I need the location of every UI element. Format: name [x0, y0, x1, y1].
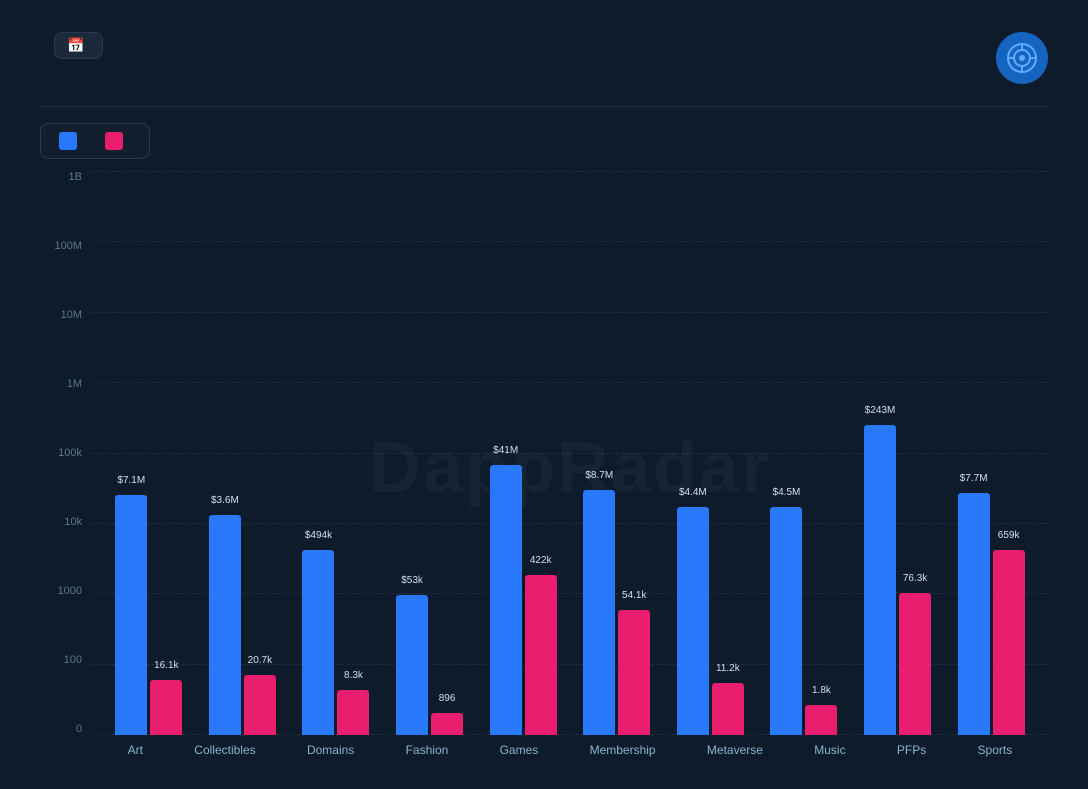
bar-red-pfps: 76.3k: [899, 593, 931, 735]
bar-pair: $4.5M1.8k: [770, 507, 837, 735]
x-label-fashion: Fashion: [406, 743, 449, 757]
title-row: 📅: [40, 32, 103, 59]
bar-group-fashion: $53k896: [396, 595, 463, 735]
volume-label-art: $7.1M: [117, 475, 145, 486]
header-divider: [40, 106, 1048, 107]
chart-area: 1B 100M 10M 1M 100k 10k 1000 100 0 DappR…: [40, 171, 1048, 765]
bar-group-art: $7.1M16.1k: [115, 495, 182, 735]
volume-label-music: $4.5M: [773, 487, 801, 498]
bar-blue-domains: $494k: [302, 550, 334, 735]
y-label-10k: 10k: [64, 516, 82, 528]
bar-blue-metaverse: $4.4M: [677, 507, 709, 735]
y-label-10m: 10M: [61, 309, 82, 321]
y-label-100k: 100k: [58, 447, 82, 459]
bar-red-collectibles: 20.7k: [244, 675, 276, 735]
bar-blue-art: $7.1M: [115, 495, 147, 735]
bar-group-membership: $8.7M54.1k: [583, 490, 650, 735]
bar-pair: $4.4M11.2k: [677, 507, 744, 735]
sales-label-music: 1.8k: [812, 685, 831, 696]
bars-container: $7.1M16.1k$3.6M20.7k$494k8.3k$53k896$41M…: [92, 171, 1048, 735]
bar-pair: $7.7M659k: [958, 493, 1025, 735]
volume-label-collectibles: $3.6M: [211, 495, 239, 506]
bar-pair: $8.7M54.1k: [583, 490, 650, 735]
y-label-100: 100: [64, 654, 82, 666]
bar-pair: $494k8.3k: [302, 550, 369, 735]
bar-red-metaverse: 11.2k: [712, 683, 744, 735]
sales-label-domains: 8.3k: [344, 670, 363, 681]
x-label-domains: Domains: [307, 743, 354, 757]
volume-label-metaverse: $4.4M: [679, 487, 707, 498]
volume-label-pfps: $243M: [865, 405, 896, 416]
bar-pair: $7.1M16.1k: [115, 495, 182, 735]
legend-volume: [59, 132, 85, 150]
bar-red-fashion: 896: [431, 713, 463, 735]
bar-blue-games: $41M: [490, 465, 522, 735]
bar-blue-membership: $8.7M: [583, 490, 615, 735]
x-labels: Art Collectibles Domains Fashion Games Member…: [92, 735, 1048, 765]
volume-label-sports: $7.7M: [960, 473, 988, 484]
y-label-1b: 1B: [69, 171, 82, 183]
volume-color-swatch: [59, 132, 77, 150]
y-label-1000: 1000: [58, 585, 82, 597]
sales-label-art: 16.1k: [154, 660, 178, 671]
y-label-100m: 100M: [54, 240, 82, 252]
sales-label-collectibles: 20.7k: [248, 655, 272, 666]
bar-red-domains: 8.3k: [337, 690, 369, 735]
y-axis: 1B 100M 10M 1M 100k 10k 1000 100 0: [40, 171, 92, 765]
bar-blue-fashion: $53k: [396, 595, 428, 735]
bar-pair: $243M76.3k: [864, 425, 931, 735]
x-label-games: Games: [500, 743, 539, 757]
bar-group-domains: $494k8.3k: [302, 550, 369, 735]
y-label-0: 0: [76, 723, 82, 735]
bar-blue-music: $4.5M: [770, 507, 802, 735]
bar-red-sports: 659k: [993, 550, 1025, 735]
date-badge: 📅: [54, 32, 103, 59]
bar-group-games: $41M422k: [490, 465, 557, 735]
bar-group-sports: $7.7M659k: [958, 493, 1025, 735]
x-label-collectibles: Collectibles: [194, 743, 255, 757]
y-label-1m: 1M: [67, 378, 82, 390]
legend: [40, 123, 1048, 159]
bar-blue-sports: $7.7M: [958, 493, 990, 735]
bar-red-games: 422k: [525, 575, 557, 735]
page-header: 📅: [40, 32, 1048, 84]
x-label-music: Music: [814, 743, 845, 757]
bar-pair: $41M422k: [490, 465, 557, 735]
sales-label-sports: 659k: [998, 530, 1020, 541]
volume-label-fashion: $53k: [401, 575, 423, 586]
volume-label-membership: $8.7M: [585, 470, 613, 481]
bar-group-collectibles: $3.6M20.7k: [209, 515, 276, 735]
header-left: 📅: [40, 32, 103, 65]
calendar-icon: 📅: [67, 37, 84, 54]
sales-label-games: 422k: [530, 555, 552, 566]
sales-label-fashion: 896: [439, 693, 456, 704]
chart-inner: 1B 100M 10M 1M 100k 10k 1000 100 0 DappR…: [40, 171, 1048, 765]
chart-plot: DappRadar $7.1M16.1k$3.6M20.7k$494k8.3k$…: [92, 171, 1048, 765]
logo: [996, 32, 1048, 84]
bar-pair: $3.6M20.7k: [209, 515, 276, 735]
x-label-sports: Sports: [978, 743, 1013, 757]
volume-label-games: $41M: [493, 445, 518, 456]
x-label-pfps: PFPs: [897, 743, 926, 757]
volume-label-domains: $494k: [305, 530, 332, 541]
bar-group-metaverse: $4.4M11.2k: [677, 507, 744, 735]
sales-color-swatch: [105, 132, 123, 150]
legend-sales: [105, 132, 131, 150]
x-label-membership: Membership: [590, 743, 656, 757]
bar-blue-pfps: $243M: [864, 425, 896, 735]
bar-blue-collectibles: $3.6M: [209, 515, 241, 735]
bar-red-art: 16.1k: [150, 680, 182, 735]
bar-red-music: 1.8k: [805, 705, 837, 735]
legend-box: [40, 123, 150, 159]
x-label-metaverse: Metaverse: [707, 743, 763, 757]
bar-group-music: $4.5M1.8k: [770, 507, 837, 735]
x-label-art: Art: [128, 743, 143, 757]
sales-label-membership: 54.1k: [622, 590, 646, 601]
sales-label-pfps: 76.3k: [903, 573, 927, 584]
sales-label-metaverse: 11.2k: [716, 663, 740, 674]
bar-pair: $53k896: [396, 595, 463, 735]
bar-red-membership: 54.1k: [618, 610, 650, 735]
bar-group-pfps: $243M76.3k: [864, 425, 931, 735]
